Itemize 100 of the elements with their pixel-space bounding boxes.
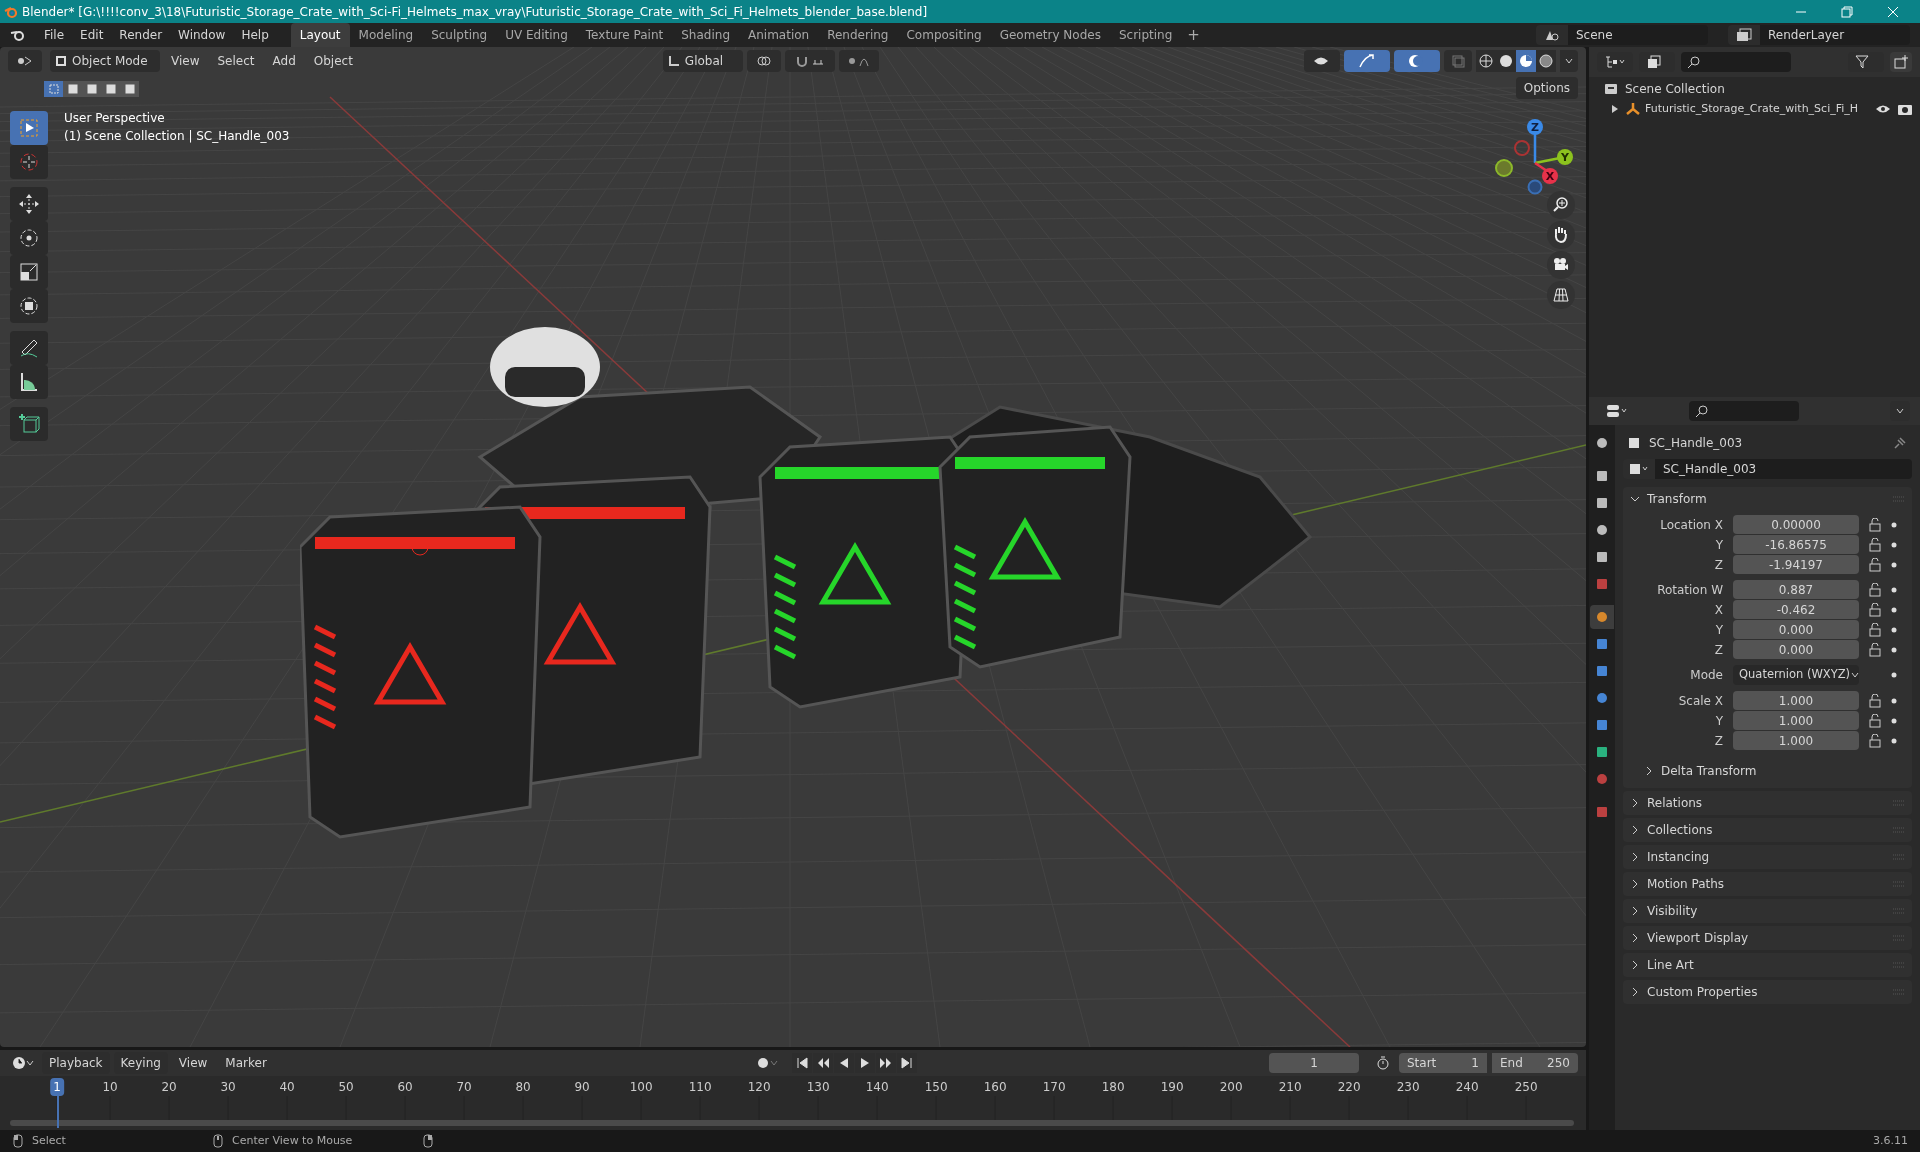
menu-item[interactable]: Render bbox=[111, 24, 171, 46]
view-layer-field[interactable]: RenderLayer bbox=[1760, 25, 1910, 45]
wireframe-shading-icon[interactable] bbox=[1476, 50, 1496, 72]
outliner-item[interactable]: Scene Collection bbox=[1625, 80, 1725, 98]
workspace-tab[interactable]: UV Editing bbox=[496, 23, 577, 47]
search-icon bbox=[1695, 404, 1709, 418]
frame-number: 70 bbox=[455, 1079, 473, 1096]
frame-number: 250 bbox=[1513, 1079, 1539, 1096]
number-field[interactable]: 0.000 bbox=[1733, 620, 1859, 639]
search-field[interactable] bbox=[1681, 52, 1791, 72]
outliner-item[interactable]: Futuristic_Storage_Crate_with_Sci_Fi_H bbox=[1645, 100, 1870, 118]
collapsed-panel[interactable]: Viewport Display bbox=[1623, 926, 1912, 950]
workspace-tab[interactable]: Texture Paint bbox=[576, 23, 673, 47]
menu-item[interactable]: Marker bbox=[218, 1052, 274, 1074]
collapsed-panel[interactable]: Collections bbox=[1623, 818, 1912, 842]
selection-mode-icon[interactable] bbox=[120, 81, 139, 97]
add-cube-icon[interactable] bbox=[10, 407, 48, 441]
menu-item[interactable]: Window bbox=[170, 24, 234, 46]
visibility-icon[interactable] bbox=[1304, 50, 1340, 72]
object-name-field[interactable]: SC_Handle_003 bbox=[1655, 459, 1912, 479]
menu-item[interactable]: Select bbox=[210, 52, 262, 70]
workspace-tab[interactable]: Layout bbox=[290, 23, 350, 47]
snap-icon[interactable] bbox=[784, 50, 835, 72]
panel-header[interactable]: Transform bbox=[1647, 490, 1886, 508]
hand-icon[interactable] bbox=[1547, 221, 1575, 249]
playhead-frame[interactable]: 1 bbox=[50, 1078, 64, 1096]
workspace-tab[interactable]: Sculpting bbox=[422, 23, 497, 47]
frame-number: 230 bbox=[1395, 1079, 1421, 1096]
workspace-tab[interactable]: Animation bbox=[739, 23, 819, 47]
collapsed-panel[interactable]: Line Art bbox=[1623, 953, 1912, 977]
camera-icon[interactable] bbox=[1547, 251, 1575, 279]
measure-icon[interactable] bbox=[10, 365, 48, 399]
new-collection-icon[interactable] bbox=[1890, 52, 1912, 72]
menu-item[interactable]: Edit bbox=[72, 24, 112, 46]
grid-icon[interactable] bbox=[1547, 281, 1575, 309]
collapsed-panel[interactable]: Instancing bbox=[1623, 845, 1912, 869]
number-field[interactable]: -1.94197 bbox=[1733, 555, 1859, 574]
navigation-gizmo[interactable]: Z Y X bbox=[1495, 113, 1577, 197]
frame-number: 150 bbox=[923, 1079, 949, 1096]
solid-shading-icon[interactable] bbox=[1496, 50, 1516, 72]
menu-item[interactable]: Help bbox=[233, 24, 277, 46]
annotate-icon[interactable] bbox=[10, 331, 48, 365]
collapsed-panel[interactable]: Motion Paths bbox=[1623, 872, 1912, 896]
search-field[interactable] bbox=[1689, 401, 1799, 421]
frame-number: 220 bbox=[1336, 1079, 1362, 1096]
timeline-scrollbar[interactable] bbox=[10, 1120, 1574, 1126]
workspace-tab[interactable]: Compositing bbox=[897, 23, 991, 47]
workspace-tab[interactable]: Shading bbox=[672, 23, 739, 47]
menu-item[interactable]: Object bbox=[306, 52, 360, 70]
workspace-tab[interactable]: Modeling bbox=[349, 23, 423, 47]
menu-item[interactable]: File bbox=[36, 24, 73, 46]
workspace-tab[interactable]: Scripting bbox=[1109, 23, 1182, 47]
collapsed-panel[interactable]: Custom Properties bbox=[1623, 980, 1912, 1004]
proportional-edit-icon[interactable] bbox=[838, 50, 879, 72]
rendered-shading-icon[interactable] bbox=[1536, 50, 1556, 72]
workspace-tab[interactable]: Geometry Nodes bbox=[990, 23, 1110, 47]
zoom-icon[interactable] bbox=[1547, 191, 1575, 219]
frame-number: 40 bbox=[278, 1079, 296, 1096]
number-field[interactable]: 1.000 bbox=[1733, 691, 1859, 710]
number-field[interactable]: 0.000 bbox=[1733, 640, 1859, 659]
mode-dropdown[interactable]: Quaternion (WXYZ) bbox=[1733, 665, 1859, 685]
layers-icon[interactable] bbox=[1728, 25, 1760, 45]
collapsed-panel[interactable]: Visibility bbox=[1623, 899, 1912, 923]
editor-type-icon[interactable] bbox=[8, 50, 42, 72]
number-field[interactable]: -0.462 bbox=[1733, 600, 1859, 619]
current-frame-field[interactable]: 1 bbox=[1269, 1053, 1359, 1073]
overlays-icon[interactable] bbox=[1394, 50, 1440, 72]
pivot-icon[interactable] bbox=[746, 50, 781, 72]
frame-number: 210 bbox=[1277, 1079, 1303, 1096]
collapsed-panel[interactable]: Relations bbox=[1623, 791, 1912, 815]
number-field[interactable]: 0.00000 bbox=[1733, 515, 1859, 534]
orientation-dropdown[interactable]: Global bbox=[662, 50, 743, 72]
cursor-icon[interactable] bbox=[10, 145, 48, 179]
number-field[interactable]: 1.000 bbox=[1733, 711, 1859, 730]
select-box-icon[interactable] bbox=[10, 111, 48, 145]
number-field[interactable]: 0.887 bbox=[1733, 580, 1859, 599]
window-title: Blender* [G:\!!!!conv_3\18\Futuristic_Storage_Crate_with_Sci-Fi_Helmets_max_vray\Futuristic_Storage_Crate_with_Sci_Fi_Helmets_blender_base.blend] bbox=[22, 3, 929, 21]
keyframe-dot-icon[interactable] bbox=[1889, 670, 1899, 680]
number-field[interactable]: -16.86575 bbox=[1733, 535, 1859, 554]
menu-item[interactable]: View bbox=[164, 52, 207, 70]
add-workspace-button[interactable]: + bbox=[1181, 23, 1206, 47]
frame-number: 90 bbox=[573, 1079, 591, 1096]
menu-item[interactable]: Add bbox=[265, 52, 303, 70]
scene-field[interactable]: Scene bbox=[1568, 25, 1708, 45]
number-field[interactable]: 1.000 bbox=[1733, 731, 1859, 750]
selection-mode-icon[interactable] bbox=[63, 81, 82, 97]
pin-icon[interactable] bbox=[1892, 435, 1908, 451]
field-label: Y bbox=[1714, 621, 1724, 639]
transform-icon[interactable] bbox=[10, 289, 48, 323]
workspace-tab[interactable]: Rendering bbox=[818, 23, 898, 47]
material-shading-icon[interactable] bbox=[1516, 50, 1536, 72]
gizmo-icon[interactable] bbox=[1344, 50, 1390, 72]
frame-number: 200 bbox=[1218, 1079, 1244, 1096]
menu-item[interactable]: View bbox=[171, 1052, 215, 1074]
subpanel-header[interactable]: Delta Transform bbox=[1661, 762, 1757, 780]
mode-dropdown[interactable]: Object Mode bbox=[50, 50, 160, 72]
start-frame-field[interactable]: Start 1 bbox=[1399, 1053, 1487, 1073]
options-dropdown[interactable]: Options bbox=[1515, 77, 1578, 99]
move-icon[interactable] bbox=[10, 187, 48, 221]
end-frame-field[interactable]: End 250 bbox=[1492, 1053, 1578, 1073]
